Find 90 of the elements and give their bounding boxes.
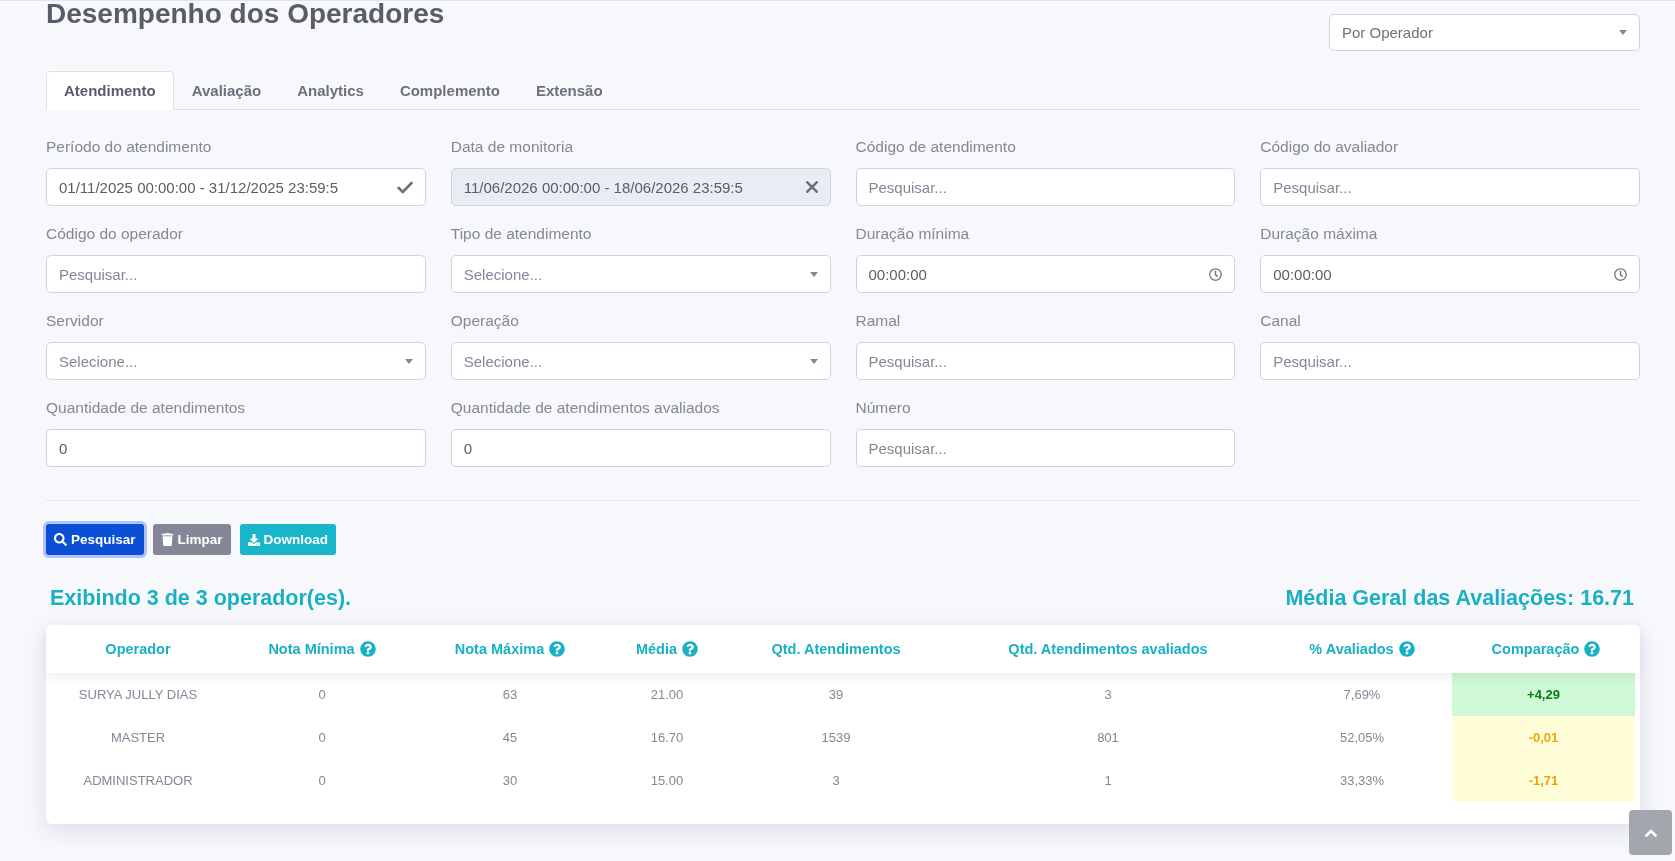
tab[interactable]: Analytics (279, 71, 382, 110)
comparison-cell: -1,71 (1452, 759, 1635, 802)
table-cell-text: SURYA JULLY DIAS (77, 686, 199, 704)
comparison-cell: +4,29 (1452, 673, 1635, 716)
table-cell-text: 0 (317, 772, 327, 790)
table-cell-text: 16.70 (649, 729, 685, 747)
field-label: Data de monitoria (450, 137, 574, 157)
comparison-cell: -0,01 (1452, 716, 1635, 759)
select-field[interactable]: Selecione... (450, 255, 831, 293)
table-cell-text: 3 (831, 772, 841, 790)
help-icon[interactable] (359, 641, 376, 657)
clear-button[interactable]: Limpar (152, 524, 231, 555)
table-cell-text: 1 (1103, 772, 1113, 790)
text-field[interactable]: Pesquisar... (1260, 342, 1640, 380)
average-score: Média Geral das Avaliações: 16.71 (1285, 585, 1634, 612)
text-field[interactable]: Pesquisar... (46, 255, 426, 293)
column-header[interactable]: % Avaliados (1309, 641, 1394, 657)
field-label: Quantidade de atendimentos avaliados (450, 398, 720, 418)
text-field[interactable]: Pesquisar... (855, 168, 1236, 206)
column-header[interactable]: Nota Mínima (268, 641, 355, 657)
table-cell-text: 21.00 (649, 686, 685, 704)
column-header[interactable]: Média (635, 641, 678, 657)
field-label: Número (855, 398, 911, 418)
table-cell-text: 63 (501, 686, 519, 704)
time-field[interactable]: 00:00:00 (1260, 255, 1640, 293)
table-cell-text: 0 (317, 729, 327, 747)
table-cell-text: 801 (1096, 729, 1120, 747)
field-label: Operação (450, 311, 519, 331)
column-header[interactable]: Comparação (1491, 641, 1580, 657)
table-cell-text: 0 (317, 686, 327, 704)
search-button[interactable]: Pesquisar (46, 524, 144, 555)
help-icon[interactable] (682, 641, 699, 657)
help-icon[interactable] (1398, 641, 1415, 657)
field-label: Tipo de atendimento (450, 224, 592, 244)
column-header[interactable]: Qtd. Atendimentos (771, 641, 901, 657)
number-field[interactable]: 0 (450, 429, 831, 467)
table-cell-text: 30 (501, 772, 519, 790)
tab[interactable]: Extensão (517, 71, 621, 110)
date-range-field[interactable]: 01/11/2025 00:00:00 - 31/12/2025 23:59:5 (46, 168, 426, 206)
time-field[interactable]: 00:00:00 (855, 255, 1236, 293)
check-icon (396, 180, 413, 194)
search-icon (54, 533, 67, 546)
field-label: Período do atendimento (46, 137, 212, 157)
field-label: Código de atendimento (855, 137, 1016, 157)
results-summary: Exibindo 3 de 3 operador(es). (50, 585, 352, 612)
column-header[interactable]: Operador (105, 641, 171, 657)
table-cell-text: ADMINISTRADOR (82, 772, 194, 790)
clock-icon[interactable] (1209, 267, 1223, 281)
field-label: Ramal (855, 311, 901, 331)
caret-icon (809, 271, 818, 277)
field-label: Duração máxima (1260, 224, 1378, 244)
table-cell-text: 3 (1103, 686, 1113, 704)
field-label: Código do avaliador (1260, 137, 1399, 157)
trash-icon (160, 533, 174, 546)
text-field[interactable]: Pesquisar... (855, 342, 1236, 380)
tab[interactable]: Atendimento (46, 71, 174, 110)
clock-icon[interactable] (1614, 267, 1627, 281)
caret-icon (404, 358, 413, 364)
help-icon[interactable] (1584, 641, 1601, 657)
table-cell-text: 7,69% (1342, 686, 1382, 704)
text-field[interactable]: Pesquisar... (1260, 168, 1640, 206)
page-title: Desempenho dos Operadores (46, 0, 445, 30)
table-cell-text: 52,05% (1338, 729, 1386, 747)
column-header[interactable]: Nota Máxima (454, 641, 545, 657)
table-cell-text: MASTER (109, 729, 167, 747)
tab[interactable]: Avaliação (173, 71, 280, 110)
column-header[interactable]: Qtd. Atendimentos avaliados (1008, 641, 1208, 657)
download-icon (247, 533, 260, 546)
scroll-top-button[interactable] (1629, 810, 1672, 855)
field-label: Quantidade de atendimentos (46, 398, 246, 418)
download-button[interactable]: Download (239, 524, 337, 555)
table-cell-text: 45 (501, 729, 519, 747)
table-cell-text: 33,33% (1338, 772, 1386, 790)
chevron-up-icon (1644, 828, 1657, 837)
field-label: Canal (1260, 311, 1301, 331)
select-field[interactable]: Selecione... (46, 342, 426, 380)
text-field[interactable]: Pesquisar... (855, 429, 1236, 467)
table-cell-text: 39 (827, 686, 845, 704)
table-cell-text: 15.00 (649, 772, 685, 790)
field-label: Código do operador (46, 224, 184, 244)
field-label: Servidor (46, 311, 104, 331)
table-cell-text: 1539 (820, 729, 852, 747)
select-field[interactable]: Selecione... (450, 342, 831, 380)
number-field[interactable]: 0 (46, 429, 426, 467)
view-select[interactable]: Por Operador (1329, 14, 1640, 51)
caret-icon (1619, 30, 1627, 35)
help-icon[interactable] (549, 641, 566, 657)
caret-icon (809, 358, 818, 364)
field-label: Duração mínima (855, 224, 970, 244)
tab[interactable]: Complemento (381, 71, 518, 110)
